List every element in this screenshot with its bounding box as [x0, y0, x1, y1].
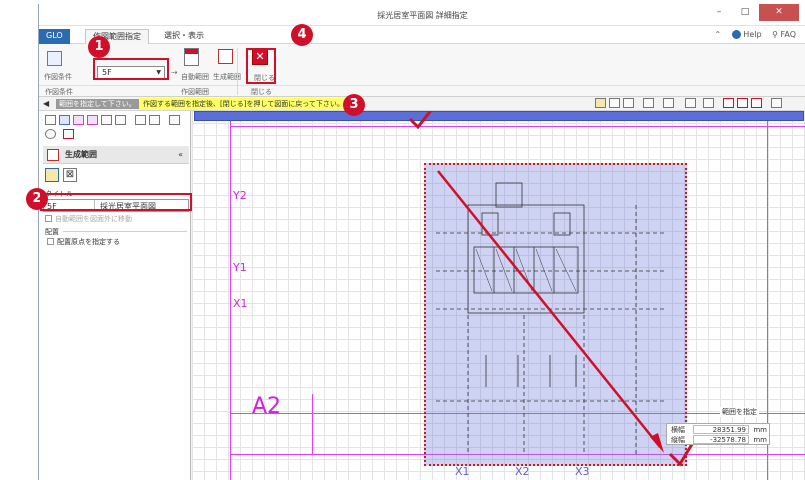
- snap3-icon[interactable]: [751, 98, 762, 108]
- rotate-icon[interactable]: [45, 129, 56, 139]
- callout-badge-1: 1: [88, 36, 110, 58]
- message-bar: ◀ 範囲を指定して下さい。 作図する範囲を指定後、[閉じる]を押して図面に戻って…: [39, 97, 805, 111]
- select-icon[interactable]: [595, 98, 606, 108]
- ribbon-minimize-icon[interactable]: ⌃: [715, 30, 722, 39]
- pen2-icon[interactable]: [87, 115, 98, 125]
- range-mode-clear-icon[interactable]: ⊠: [63, 168, 77, 182]
- highlight-floor-select: [93, 58, 169, 80]
- range-readout-title: 範囲を指定: [720, 407, 759, 417]
- grid-label-x3: X3: [575, 465, 590, 478]
- status-chip: 範囲を指定して下さい。: [56, 99, 139, 109]
- pin-icon[interactable]: ◀: [43, 99, 49, 108]
- app-window: 採光居室平面図 詳細指定 – □ ✕ GLO 作図範囲指定 選択・表示 ⌃ He…: [38, 4, 805, 480]
- auto-range-outside-checkbox[interactable]: [45, 215, 52, 222]
- redo-icon[interactable]: [703, 98, 714, 108]
- panel-title: 生成範囲: [65, 150, 97, 159]
- width-row: 横幅 28351.99 mm: [667, 425, 771, 435]
- help-icon[interactable]: [731, 30, 741, 39]
- ribbon-divider: [39, 85, 805, 86]
- ribbon-tabs: GLO 作図範囲指定 選択・表示 ⌃ Help ⚲ FAQ: [39, 26, 805, 44]
- help-area: ⌃ Help ⚲ FAQ: [715, 30, 797, 39]
- gen-range-icon: [47, 149, 59, 161]
- tab-global[interactable]: GLO: [39, 29, 70, 44]
- auto-range-outside-label: 自動範囲を図面外に移動: [55, 215, 132, 223]
- hatch-icon[interactable]: [115, 115, 126, 125]
- width-value: 28351.99: [693, 425, 749, 434]
- ribbon-divider: [237, 48, 238, 95]
- layer-icon[interactable]: [623, 98, 634, 108]
- height-row: 縦幅 -32578.78 mm: [667, 435, 771, 445]
- auto-range-button[interactable]: 自動範囲: [181, 72, 209, 82]
- title-bar: 採光居室平面図 詳細指定 – □ ✕: [39, 4, 805, 26]
- search-icon[interactable]: ⚲: [772, 30, 778, 39]
- snap2-icon[interactable]: [737, 98, 748, 108]
- ribbon-group-draw-condition: 作図条件: [45, 88, 73, 96]
- floor-arrow-icon: ⇢: [171, 68, 178, 77]
- line-icon[interactable]: [45, 115, 56, 125]
- width-unit: mm: [753, 426, 767, 434]
- pencil-icon[interactable]: [63, 129, 74, 139]
- maximize-button[interactable]: □: [733, 4, 757, 21]
- filter-icon[interactable]: [643, 98, 654, 108]
- grid-label-x2: X2: [515, 465, 530, 478]
- range-mode-rect-icon[interactable]: [45, 168, 59, 182]
- undo-icon[interactable]: [685, 98, 696, 108]
- height-label: 縦幅: [671, 436, 685, 444]
- ribbon-group-draw-range: 作図範囲: [181, 88, 209, 96]
- help-link[interactable]: Help: [743, 30, 761, 39]
- left-panel: 生成範囲 « ⊠ タイトル 5F 採光居室平面図 自動範囲を図面外に移動 配置 …: [39, 111, 191, 480]
- dim-icon[interactable]: [135, 115, 146, 125]
- tab-select-display[interactable]: 選択・表示: [157, 29, 211, 44]
- gen-range-icon[interactable]: [218, 49, 233, 64]
- highlight-title-input: [40, 193, 192, 211]
- view-icon[interactable]: [663, 98, 674, 108]
- minimize-button[interactable]: –: [707, 4, 731, 21]
- faq-link[interactable]: FAQ: [781, 30, 797, 39]
- diagonal-icon[interactable]: [101, 115, 112, 125]
- section-divider: [63, 231, 187, 232]
- ribbon-group-close: 閉じる: [251, 88, 272, 96]
- grid-icon[interactable]: [771, 98, 782, 108]
- stair-icon[interactable]: [169, 115, 180, 125]
- width-label: 横幅: [671, 426, 685, 434]
- window-select-icon[interactable]: [609, 98, 620, 108]
- auto-range-icon[interactable]: [184, 48, 199, 66]
- callout-badge-4: 4: [291, 24, 313, 46]
- height-unit: mm: [753, 436, 767, 444]
- dash-icon[interactable]: [149, 115, 160, 125]
- instruction-message: 作図する範囲を指定後、[閉じる]を押して図面に戻って下さい。: [139, 98, 348, 110]
- placement-origin-label: 配置原点を指定する: [57, 238, 120, 246]
- close-window-button[interactable]: ✕: [759, 4, 799, 21]
- pen-icon[interactable]: [73, 115, 84, 125]
- draw-condition-icon[interactable]: [47, 51, 62, 66]
- size-readout: 横幅 28351.99 mm 縦幅 -32578.78 mm: [666, 423, 770, 445]
- grid-label-x1: X1: [455, 465, 470, 478]
- height-value: -32578.78: [693, 435, 749, 444]
- callout-badge-3: 3: [343, 94, 365, 116]
- draw-condition-button[interactable]: 作図条件: [44, 72, 72, 82]
- rect-icon[interactable]: [59, 115, 70, 125]
- collapse-icon[interactable]: «: [178, 146, 183, 164]
- highlight-close-button: [246, 48, 276, 84]
- placement-section-label: 配置: [45, 228, 59, 236]
- window-title: 採光居室平面図 詳細指定: [377, 11, 468, 20]
- placement-origin-checkbox[interactable]: [47, 238, 54, 245]
- snap-icon[interactable]: [723, 98, 734, 108]
- panel-header: 生成範囲 «: [43, 146, 189, 164]
